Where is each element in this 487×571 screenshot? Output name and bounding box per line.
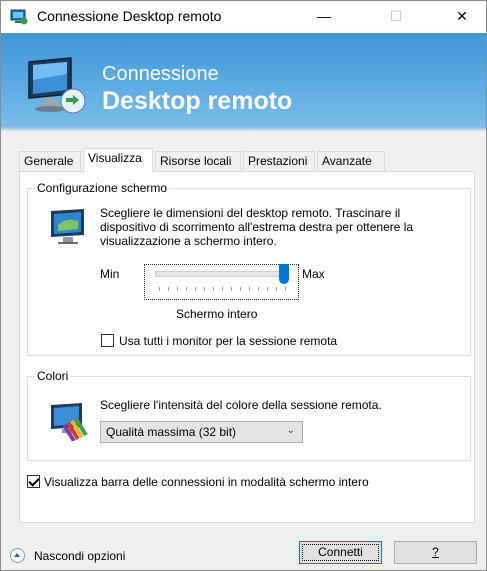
- connect-button[interactable]: Connetti: [299, 541, 382, 564]
- slider-thumb[interactable]: [279, 264, 289, 284]
- remote-desktop-monitor-icon: [28, 57, 86, 114]
- collapse-options-icon[interactable]: [10, 548, 25, 563]
- color-depth-select[interactable]: Qualità massima (32 bit) ⌄: [100, 421, 303, 443]
- chevron-down-icon: ⌄: [286, 425, 295, 436]
- tab-prestazioni[interactable]: Prestazioni: [243, 151, 315, 170]
- help-button-label: ?: [432, 545, 439, 559]
- banner-title-line2: Desktop remoto: [102, 87, 293, 115]
- connection-bar-label[interactable]: Visualizza barra delle connessioni in mo…: [44, 475, 369, 489]
- minimize-button[interactable]: —: [301, 1, 347, 32]
- maximize-button[interactable]: ☐: [373, 1, 419, 32]
- tab-visualizza[interactable]: Visualizza: [83, 148, 153, 172]
- color-palette-icon: [51, 403, 88, 441]
- hide-options-link[interactable]: Nascondi opzioni: [34, 549, 125, 563]
- colors-description: Scegliere l'intensità del colore della s…: [100, 398, 382, 412]
- slider-ticks: [159, 287, 287, 291]
- colors-title: Colori: [35, 369, 71, 383]
- display-size-value: Schermo intero: [176, 307, 258, 321]
- tab-avanzate[interactable]: Avanzate: [317, 151, 385, 170]
- slider-track: [155, 271, 289, 277]
- tab-risorse-locali[interactable]: Risorse locali: [155, 151, 241, 170]
- help-button[interactable]: ?: [394, 541, 477, 564]
- tab-generale[interactable]: Generale: [19, 151, 81, 170]
- all-monitors-checkbox[interactable]: [101, 334, 114, 347]
- monitor-icon: [51, 209, 84, 244]
- color-depth-value: Qualità massima (32 bit): [106, 425, 237, 439]
- display-config-description: Scegliere le dimensioni del desktop remo…: [100, 206, 414, 248]
- banner-divider: [1, 127, 486, 131]
- rdp-window: Connessione Desktop remoto — ☐ ✕ Conness…: [0, 0, 487, 571]
- slider-min-label: Min: [100, 267, 120, 281]
- display-size-slider[interactable]: [144, 264, 299, 300]
- close-button[interactable]: ✕: [439, 1, 485, 32]
- window-title: Connessione Desktop remoto: [37, 8, 222, 24]
- remote-desktop-app-icon: [10, 9, 28, 25]
- slider-max-label: Max: [302, 267, 325, 281]
- colors-group: Colori: [27, 369, 471, 461]
- banner-title-line1: Connessione: [102, 63, 219, 85]
- connection-bar-checkbox[interactable]: [27, 475, 40, 488]
- display-config-title: Configurazione schermo: [35, 181, 170, 195]
- title-bar[interactable]: Connessione Desktop remoto — ☐ ✕: [1, 1, 486, 33]
- all-monitors-label[interactable]: Usa tutti i monitor per la sessione remo…: [119, 334, 337, 348]
